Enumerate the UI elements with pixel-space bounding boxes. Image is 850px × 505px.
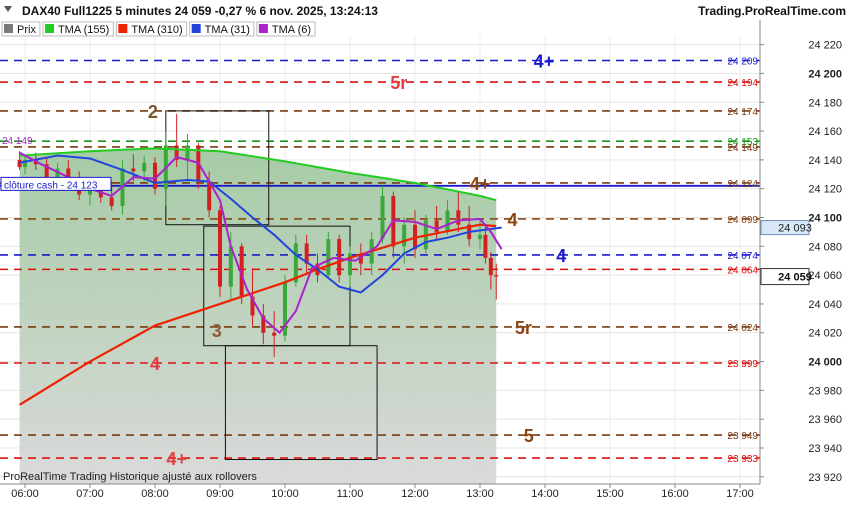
price-tick-label: 24 060: [808, 270, 842, 282]
level-value-label: 24 149: [727, 143, 758, 154]
candle-body: [478, 234, 482, 240]
wave-label: 3: [212, 321, 222, 341]
tma155-fill: [19, 148, 497, 485]
tma155-area: [19, 148, 497, 485]
level-wave-label: 4: [507, 210, 517, 230]
time-tick-label: 14:00: [531, 488, 559, 500]
candle-body: [185, 145, 190, 160]
legend-label: Prix: [17, 24, 36, 36]
last-price-text: 24 059: [778, 272, 812, 284]
candle-body: [483, 234, 488, 258]
legend-label: TMA (6): [272, 24, 311, 36]
time-tick-label: 12:00: [401, 488, 429, 500]
price-tick-label: 24 120: [808, 184, 842, 196]
time-tick-label: 17:00: [726, 488, 754, 500]
level-wave-label: 4: [556, 246, 566, 266]
level-value-label: 24 209: [727, 56, 758, 67]
legend-swatch: [4, 24, 13, 33]
candle-body: [218, 210, 222, 287]
price-tick-label: 24 140: [808, 155, 842, 167]
candle-body: [445, 210, 450, 232]
level-value-label: 24 074: [727, 251, 758, 262]
price-tick-label: 24 180: [808, 97, 842, 109]
time-tick-label: 15:00: [596, 488, 624, 500]
candle-body: [131, 168, 136, 172]
time-tick-label: 07:00: [76, 488, 104, 500]
price-tick-label: 24 200: [808, 68, 842, 80]
level-wave-label: 5: [524, 426, 534, 446]
tma6-value-text: 24 093: [778, 223, 812, 235]
legend-swatch: [258, 24, 268, 33]
candle-body: [153, 162, 157, 189]
level-wave-label: 4: [150, 354, 160, 374]
candle-body: [456, 210, 461, 225]
candlestick-chart: 24 2094+24 1945r24 174224 15324 14924 12…: [0, 0, 850, 500]
level-value-label: 24 024: [727, 323, 758, 334]
price-tick-label: 23 960: [808, 414, 842, 426]
level-value-label: 24 174: [727, 107, 758, 118]
price-axis: 24 220 24 200 24 180 24 160 24 140 24 120 24 1…: [759, 20, 850, 500]
time-tick-label: 10:00: [271, 488, 299, 500]
candle-body: [272, 332, 277, 336]
level-wave-label: 4+: [470, 174, 491, 194]
price-tick-label: 24 000: [808, 357, 842, 369]
level-value-label: 24 064: [727, 265, 758, 276]
time-axis: 06:00 07:00 08:00 09:00 10:00 11:00 12:00 13:00…: [0, 483, 850, 500]
level-value-label: 24 194: [727, 78, 758, 89]
candle-body: [337, 239, 342, 276]
level-wave-label: 5r: [390, 73, 407, 93]
level-value-label: 24 124: [727, 179, 758, 190]
level-value-label: 23 999: [727, 359, 758, 370]
legend-swatch: [118, 24, 128, 33]
price-tick-label: 24 220: [808, 40, 842, 52]
level-value-label: 24 099: [727, 215, 758, 226]
cloture-cash-label: clôture cash - 24 123: [0, 176, 112, 191]
price-tick-label: 23 980: [808, 385, 842, 397]
price-tick-label: 23 920: [808, 472, 842, 484]
level-wave-label: 2: [148, 102, 158, 122]
price-tick-label: 24 160: [808, 126, 842, 138]
left-level-label: 24 149: [2, 136, 33, 147]
level-value-label: 23 933: [727, 454, 758, 465]
legend-label: TMA (31): [205, 24, 250, 36]
candle-body: [402, 224, 407, 247]
candle-body: [488, 257, 493, 276]
legend-label: TMA (310): [131, 24, 182, 36]
cloture-cash-text: clôture cash - 24 123: [4, 180, 98, 191]
time-tick-label: 13:00: [466, 488, 494, 500]
time-tick-label: 11:00: [337, 488, 364, 500]
level-wave-label: 4+: [166, 449, 187, 469]
candle-body: [142, 162, 147, 172]
last-price-tag: 24 059: [760, 268, 812, 286]
time-tick-label: 08:00: [141, 488, 169, 500]
level-wave-label: 4+: [534, 51, 555, 71]
candle-body: [380, 195, 385, 240]
time-tick-label: 09:00: [206, 488, 234, 500]
instrument-title: DAX40 Full1225 5 minutes 24 059 -0,27 % …: [22, 4, 378, 18]
candle-body: [494, 275, 499, 277]
price-tick-label: 24 020: [808, 328, 842, 340]
price-tick-label: 24 040: [808, 299, 842, 311]
chart-area: 24 209 4+ 24 194 5r 24 174 2 24 153 24 149 24 12…: [0, 0, 850, 500]
candle-body: [326, 239, 331, 276]
price-tick-label: 24 080: [808, 241, 842, 253]
legend-swatch: [44, 24, 54, 33]
level-value-label: 23 949: [727, 431, 758, 442]
time-tick-label: 16:00: [661, 488, 689, 500]
legend-label: TMA (155): [58, 24, 109, 36]
tma6-value-tag: 24 093: [760, 220, 812, 236]
level-wave-label: 5r: [515, 318, 532, 338]
candle-body: [109, 197, 114, 206]
price-axis-bg: [760, 20, 850, 500]
time-tick-label: 06:00: [11, 488, 39, 500]
footer-text: ProRealTime Trading Historique ajusté au…: [3, 471, 257, 483]
candle-body: [434, 220, 439, 232]
price-tick-label: 24 100: [808, 213, 842, 225]
price-tick-label: 23 940: [808, 443, 842, 455]
legend-swatch: [191, 24, 201, 33]
brand-label: Trading.ProRealTime.com: [698, 4, 846, 18]
